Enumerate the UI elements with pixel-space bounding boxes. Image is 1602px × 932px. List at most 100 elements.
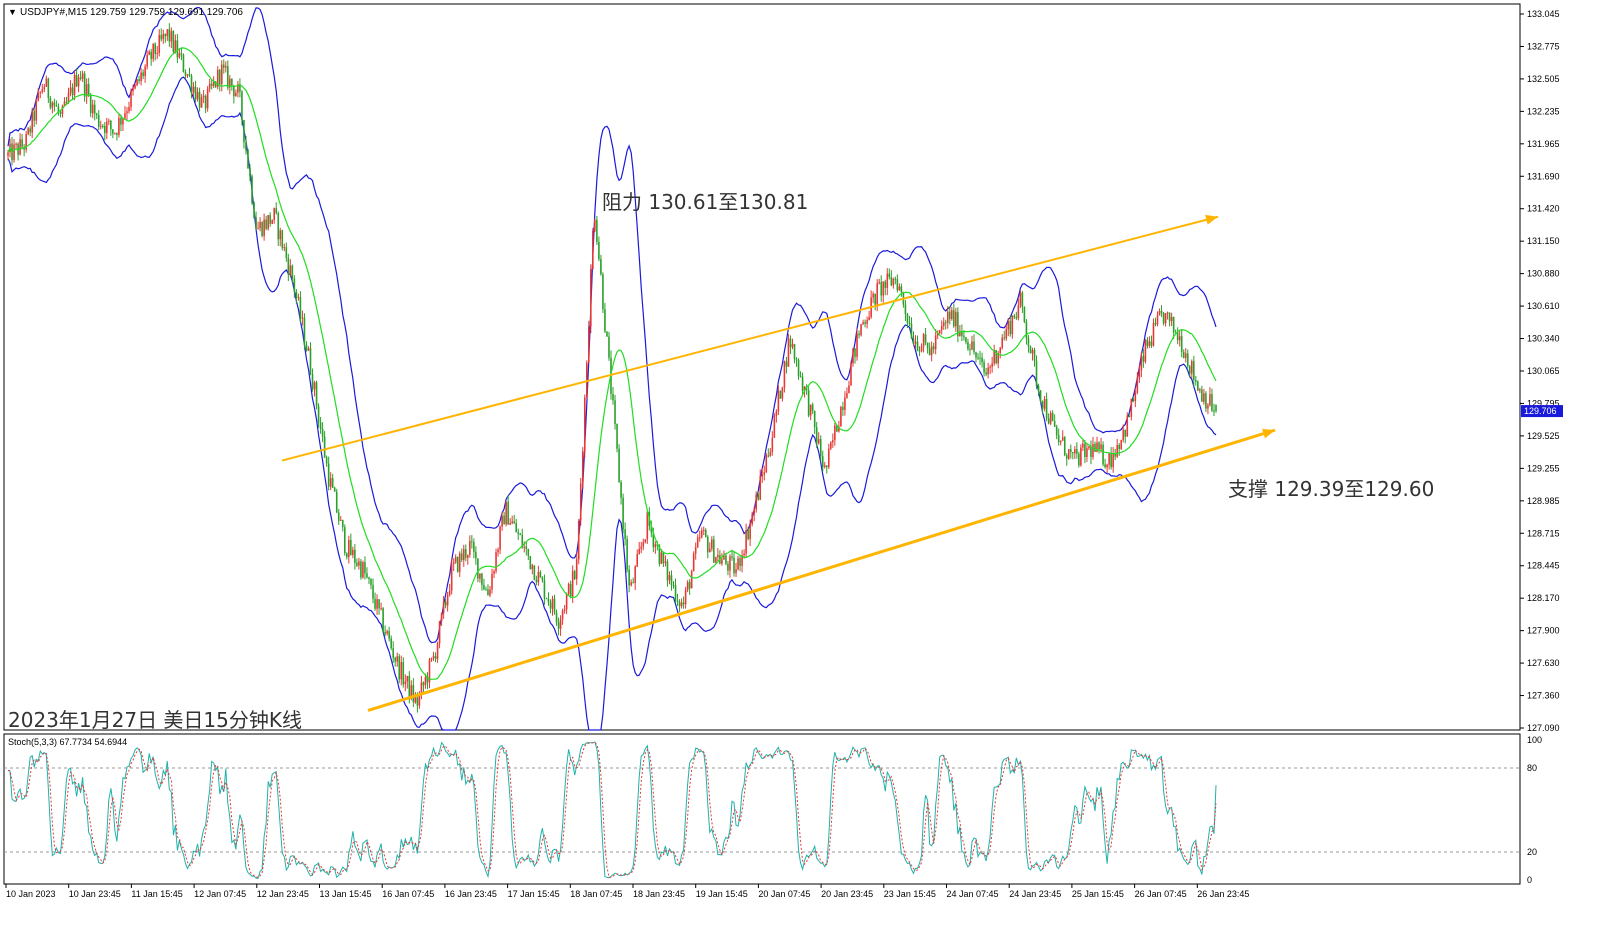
candle-body bbox=[743, 553, 745, 556]
candle-body bbox=[37, 93, 40, 101]
candle-body bbox=[973, 341, 975, 353]
candle-body bbox=[485, 589, 487, 591]
header-dropdown-icon[interactable]: ▼ bbox=[8, 7, 17, 17]
candle-body bbox=[1205, 393, 1207, 409]
candle-body bbox=[424, 677, 427, 686]
candle-body bbox=[840, 407, 842, 427]
candle-body bbox=[654, 544, 657, 548]
candle-body bbox=[821, 456, 824, 467]
candle-body bbox=[884, 281, 887, 288]
candle-body bbox=[1148, 341, 1151, 346]
candle-body bbox=[636, 553, 639, 567]
price-tick-label: 129.255 bbox=[1527, 463, 1560, 473]
candle-body bbox=[948, 311, 951, 320]
candle-body bbox=[662, 552, 665, 563]
candle-body bbox=[844, 397, 846, 410]
candle-body bbox=[1025, 321, 1028, 339]
candle-body bbox=[517, 532, 520, 534]
candle-body bbox=[142, 72, 144, 77]
candle-body bbox=[830, 442, 832, 449]
candle-body bbox=[317, 406, 320, 423]
candle-body bbox=[579, 483, 582, 521]
candle-body bbox=[664, 561, 667, 563]
candle-body bbox=[773, 415, 776, 438]
candle-body bbox=[386, 631, 388, 634]
candle-body bbox=[892, 278, 895, 286]
candle-body bbox=[571, 571, 574, 597]
candle-body bbox=[341, 519, 344, 528]
candle-body bbox=[231, 78, 233, 86]
chart-window[interactable]: 133.045 132.775 132.505 132.235 131.965 131.6… bbox=[0, 0, 1602, 927]
candle-body bbox=[1049, 412, 1052, 424]
candle-body bbox=[706, 536, 709, 553]
candle-body bbox=[67, 92, 70, 102]
candle-body bbox=[206, 88, 209, 109]
candle-body bbox=[178, 53, 181, 58]
candle-body bbox=[914, 341, 917, 344]
candle-body bbox=[1108, 453, 1110, 465]
candle-body bbox=[27, 128, 29, 135]
time-tick-label: 19 Jan 15:45 bbox=[696, 889, 748, 899]
candle-body bbox=[561, 610, 564, 620]
candle-body bbox=[106, 121, 108, 134]
candlestick-chart[interactable]: 133.045 132.775 132.505 132.235 131.965 131.6… bbox=[0, 0, 1602, 927]
candle-body bbox=[390, 638, 392, 649]
candle-body bbox=[479, 573, 481, 579]
candle-body bbox=[198, 91, 201, 108]
candle-body bbox=[1078, 453, 1080, 466]
support-annotation: 支撑 129.39至129.60 bbox=[1228, 477, 1435, 501]
candle-body bbox=[503, 515, 505, 525]
candle-body bbox=[368, 577, 370, 580]
candle-body bbox=[188, 74, 191, 76]
candle-body bbox=[1156, 315, 1159, 325]
candle-body bbox=[1197, 381, 1199, 391]
candle-body bbox=[799, 376, 802, 378]
candle-body bbox=[154, 43, 157, 54]
candle-body bbox=[168, 29, 171, 42]
candle-body bbox=[868, 317, 870, 321]
candle-body bbox=[366, 573, 368, 578]
price-tick-label: 130.610 bbox=[1527, 301, 1560, 311]
candle-body bbox=[273, 208, 276, 220]
candle-body bbox=[144, 66, 146, 77]
candle-body bbox=[487, 589, 489, 596]
candle-body bbox=[263, 219, 265, 236]
candle-body bbox=[969, 348, 971, 350]
candle-body bbox=[339, 519, 342, 521]
candle-body bbox=[275, 208, 278, 214]
candle-body bbox=[525, 546, 528, 549]
candle-body bbox=[321, 428, 324, 437]
candle-body bbox=[1100, 444, 1102, 450]
candle-body bbox=[55, 105, 58, 107]
candle-body bbox=[460, 553, 463, 560]
candle-body bbox=[358, 561, 360, 566]
candle-body bbox=[1158, 311, 1161, 316]
candle-body bbox=[1215, 404, 1217, 412]
candle-body bbox=[440, 613, 443, 622]
candle-body bbox=[704, 529, 707, 537]
candle-body bbox=[1152, 322, 1155, 346]
candle-body bbox=[787, 338, 790, 367]
candle-body bbox=[13, 144, 15, 161]
candle-body bbox=[1045, 399, 1048, 419]
candle-body bbox=[148, 51, 150, 55]
candle-body bbox=[872, 293, 874, 298]
candle-body bbox=[920, 346, 923, 351]
candle-body bbox=[1013, 315, 1016, 318]
candle-body bbox=[813, 410, 816, 428]
time-tick-label: 24 Jan 07:45 bbox=[947, 889, 999, 899]
candle-body bbox=[150, 51, 152, 59]
candle-body bbox=[908, 323, 911, 325]
price-tick-label: 128.715 bbox=[1527, 528, 1560, 538]
candle-body bbox=[438, 621, 441, 644]
candle-body bbox=[811, 404, 814, 411]
candle-body bbox=[108, 120, 110, 122]
candle-body bbox=[408, 675, 411, 698]
candle-body bbox=[604, 309, 606, 332]
candle-body bbox=[694, 547, 697, 554]
time-tick-label: 10 Jan 2023 bbox=[6, 889, 56, 899]
candle-body bbox=[430, 657, 433, 660]
candle-body bbox=[402, 662, 405, 685]
candle-body bbox=[946, 311, 949, 323]
candle-body bbox=[1015, 317, 1018, 319]
